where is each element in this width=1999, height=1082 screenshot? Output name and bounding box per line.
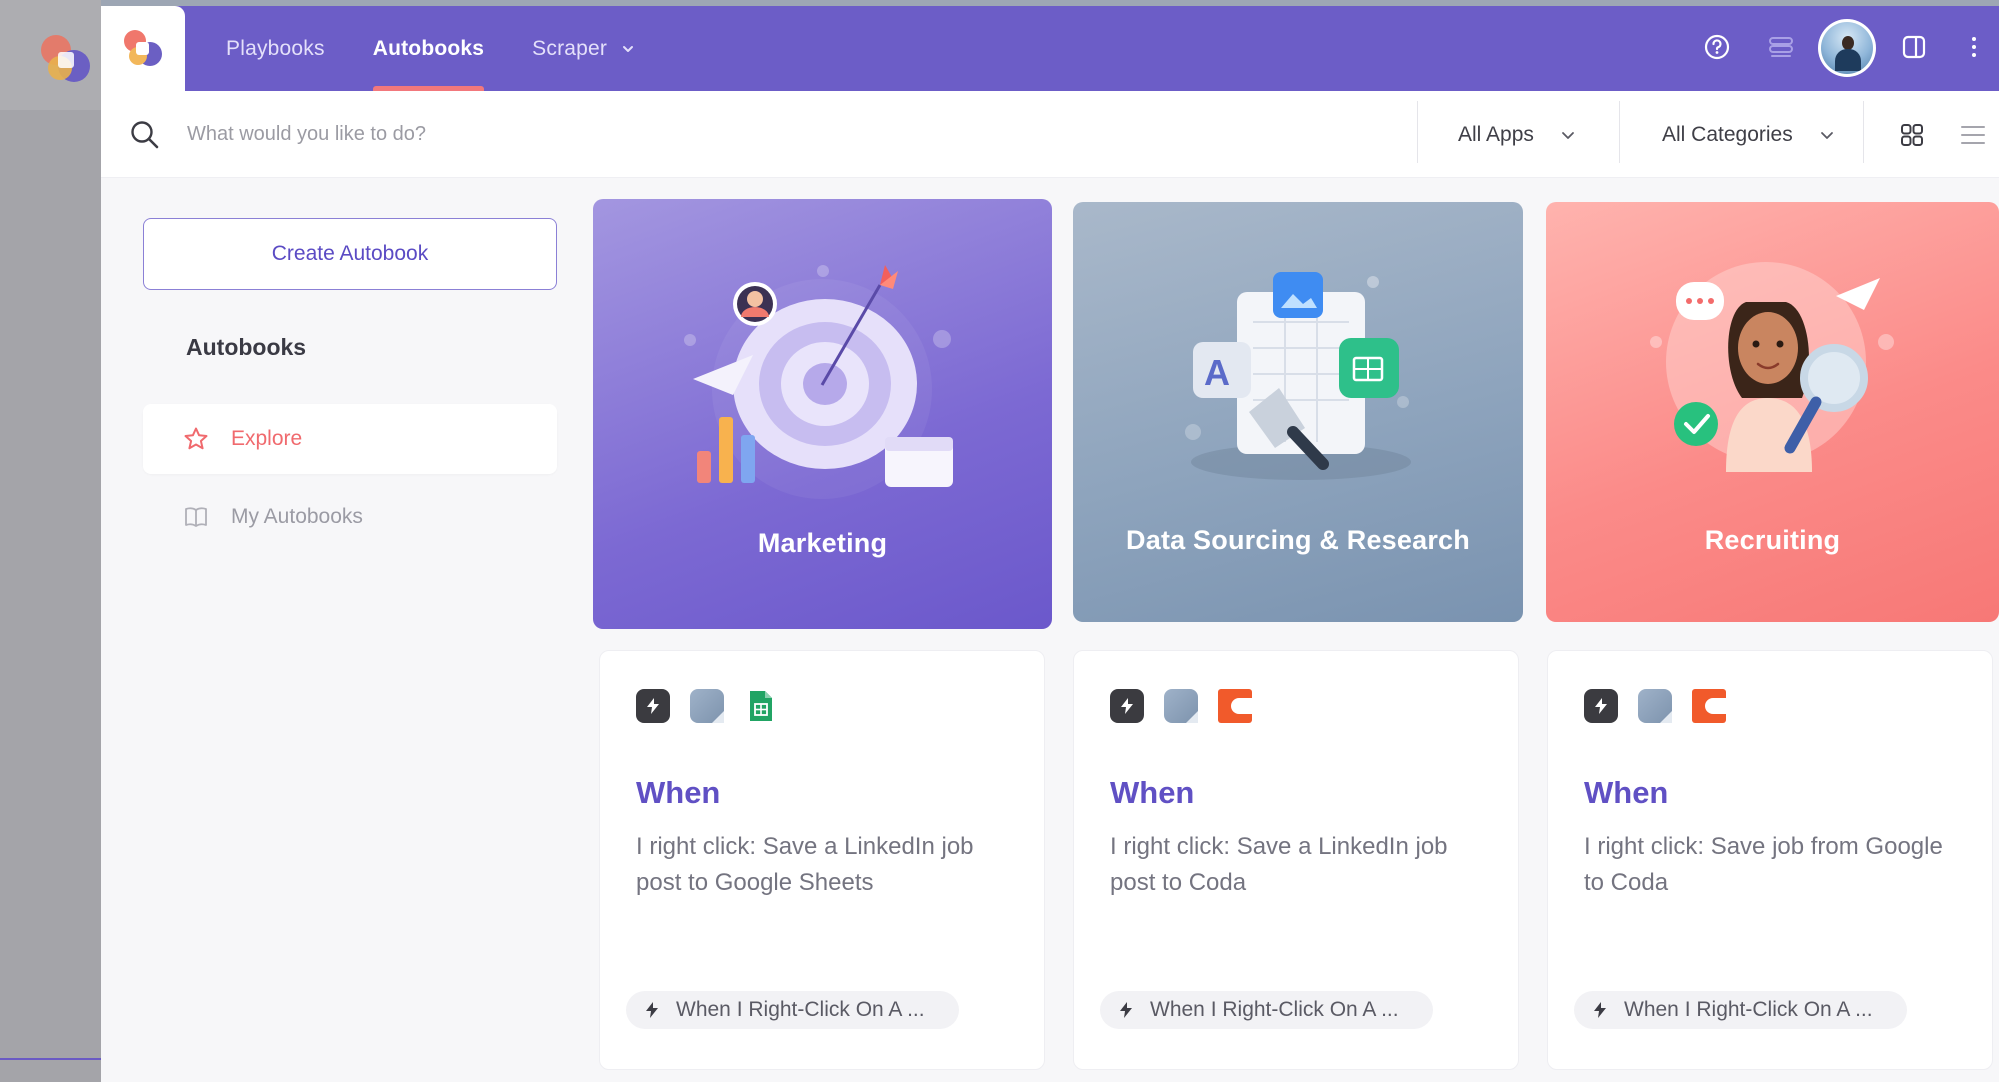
trigger-chip[interactable]: When I Right-Click On A ... — [626, 991, 959, 1029]
search-icon — [129, 119, 161, 156]
bolt-icon — [636, 689, 670, 723]
nav-autobooks[interactable]: Autobooks — [372, 6, 485, 91]
search-input[interactable] — [187, 113, 1287, 155]
main-nav: Playbooks Autobooks Scraper — [226, 6, 683, 91]
bolt-icon — [1110, 689, 1144, 723]
card-heading: When — [1584, 775, 1669, 810]
sidebar-title: Autobooks — [186, 334, 307, 360]
category-card-recruiting[interactable]: Recruiting — [1546, 202, 1999, 622]
note-icon — [690, 689, 724, 723]
app-icons — [636, 689, 798, 723]
sidebar-item-label: My Autobooks — [231, 505, 363, 528]
category-label: Marketing — [757, 528, 888, 558]
autobook-card[interactable]: When I right click: Save job from Google… — [1547, 650, 1993, 1070]
recruiting-illustration — [1650, 262, 1894, 472]
app-logo-icon — [124, 30, 162, 66]
avatar[interactable] — [1818, 19, 1876, 77]
categories-filter-dropdown[interactable]: All Categories — [1662, 91, 1835, 178]
coda-icon — [1692, 689, 1726, 723]
divider — [1619, 101, 1620, 163]
list-view-icon[interactable] — [1959, 121, 1987, 149]
bolt-icon — [1584, 689, 1618, 723]
trigger-label: When I Right-Click On A ... — [676, 998, 925, 1021]
autobook-card[interactable]: When I right click: Save a LinkedIn job … — [599, 650, 1045, 1070]
more-vertical-icon[interactable] — [1959, 32, 1989, 62]
sidebar-item-my-autobooks[interactable]: My Autobooks — [143, 482, 557, 552]
trigger-chip[interactable]: When I Right-Click On A ... — [1100, 991, 1433, 1029]
book-icon — [183, 504, 209, 530]
star-icon — [183, 426, 209, 452]
bolt-icon — [1592, 1001, 1608, 1019]
sidebar-item-label: Explore — [231, 427, 303, 450]
trigger-label: When I Right-Click On A ... — [1150, 998, 1399, 1021]
nav-scraper[interactable]: Scraper — [532, 6, 635, 91]
nav-playbooks[interactable]: Playbooks — [226, 6, 325, 91]
help-icon[interactable] — [1702, 32, 1732, 62]
category-card-data-sourcing[interactable]: A Data Sourcing & Research — [1073, 202, 1523, 622]
chevron-down-icon — [1819, 127, 1835, 143]
main-content: Create Autobook Autobooks Explore My Aut… — [101, 178, 1999, 1082]
card-heading: When — [1110, 775, 1195, 810]
bolt-icon — [644, 1001, 660, 1019]
chevron-down-icon — [1560, 127, 1576, 143]
card-description: I right click: Save a LinkedIn job post … — [636, 833, 974, 896]
card-description: I right click: Save job from Google to C… — [1584, 833, 1943, 896]
autobook-card[interactable]: When I right click: Save a LinkedIn job … — [1073, 650, 1519, 1070]
google-sheets-icon — [744, 689, 778, 723]
layers-icon[interactable] — [1766, 32, 1796, 62]
search-toolbar: All Apps All Categories — [101, 91, 1999, 178]
card-heading: When — [636, 775, 721, 810]
note-icon — [1638, 689, 1672, 723]
divider — [1863, 101, 1864, 163]
data-sourcing-illustration: A — [1185, 272, 1411, 480]
bolt-icon — [1118, 1001, 1134, 1019]
category-card-marketing[interactable]: Marketing — [593, 199, 1052, 629]
sidebar-item-explore[interactable]: Explore — [143, 404, 557, 474]
autobooks-panel: Playbooks Autobooks Scraper What would y… — [101, 6, 1999, 1082]
home-logo-button[interactable] — [101, 6, 185, 91]
sidebar-toggle-icon[interactable] — [1899, 32, 1929, 62]
category-label: Data Sourcing & Research — [1126, 525, 1470, 555]
app-icons — [1110, 689, 1272, 723]
trigger-chip[interactable]: When I Right-Click On A ... — [1574, 991, 1907, 1029]
apps-filter-dropdown[interactable]: All Apps — [1458, 91, 1576, 178]
marketing-illustration — [684, 265, 953, 499]
category-label: Recruiting — [1704, 525, 1841, 555]
svg-text:A: A — [1204, 352, 1230, 393]
trigger-label: When I Right-Click On A ... — [1624, 998, 1873, 1021]
divider — [1417, 101, 1418, 163]
coda-icon — [1218, 689, 1252, 723]
note-icon — [1164, 689, 1198, 723]
app-logo-icon — [41, 35, 90, 82]
card-description: I right click: Save a LinkedIn job post … — [1110, 833, 1448, 896]
chevron-down-icon — [621, 42, 635, 56]
top-navigation-bar: Playbooks Autobooks Scraper — [101, 6, 1999, 91]
background-window — [0, 0, 101, 1082]
app-icons — [1584, 689, 1746, 723]
create-autobook-button[interactable]: Create Autobook — [143, 218, 557, 290]
grid-view-icon[interactable] — [1898, 121, 1926, 149]
